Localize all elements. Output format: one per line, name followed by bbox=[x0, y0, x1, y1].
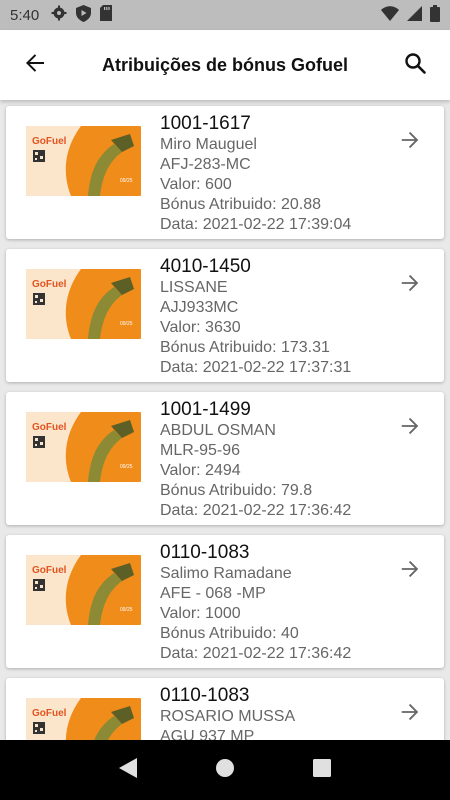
transaction-date: Data: 2021-02-22 17:36:42 bbox=[160, 645, 352, 662]
search-icon bbox=[403, 51, 427, 80]
card-code: 4010-1450 bbox=[160, 256, 251, 277]
vehicle-plate: AFJ-283-MC bbox=[160, 156, 251, 173]
vehicle-plate: AJJ933MC bbox=[160, 299, 239, 316]
transaction-date: Data: 2021-02-22 17:39:04 bbox=[160, 216, 352, 233]
vehicle-plate: AFE - 068 -MP bbox=[160, 585, 266, 602]
bonus-assigned: Bónus Atribuido: 20.88 bbox=[160, 196, 322, 213]
open-detail-button[interactable] bbox=[396, 414, 424, 442]
card-code: 1001-1617 bbox=[160, 113, 251, 134]
app-bar: Atribuições de bónus Gofuel bbox=[0, 30, 450, 100]
status-bar: 5:40 bbox=[0, 0, 450, 30]
page-title: Atribuições de bónus Gofuel bbox=[101, 54, 348, 75]
bonus-assigned: Bónus Atribuido: 79.8 bbox=[160, 482, 313, 499]
home-circle-icon bbox=[215, 758, 235, 783]
open-detail-button[interactable] bbox=[396, 557, 424, 585]
svg-text:GoFuel: GoFuel bbox=[32, 422, 67, 433]
card-info: 4010-1450 LISSANE AJJ933MC Valor: 3630 B… bbox=[160, 256, 351, 378]
sd-card-icon bbox=[100, 5, 113, 25]
arrow-forward-icon bbox=[399, 129, 421, 156]
system-nav-bar bbox=[0, 740, 450, 800]
gofuel-card-image: GoFuel 09/25 bbox=[26, 412, 141, 482]
search-button[interactable] bbox=[380, 30, 450, 100]
bonus-assigned: Bónus Atribuido: 40 bbox=[160, 625, 299, 642]
card-info: 1001-1499 ABDUL OSMAN MLR-95-96 Valor: 2… bbox=[160, 399, 351, 521]
gofuel-card-image: GoFuel 09/25 bbox=[26, 269, 141, 339]
gofuel-card-image: GoFuel 09/25 bbox=[26, 698, 141, 740]
amount-value: Valor: 2494 bbox=[160, 462, 241, 479]
shield-icon bbox=[76, 4, 92, 26]
nav-back-button[interactable] bbox=[113, 755, 143, 785]
client-name: ABDUL OSMAN bbox=[160, 422, 276, 439]
amount-value: Valor: 600 bbox=[160, 176, 232, 193]
amount-value: Valor: 1000 bbox=[160, 605, 241, 622]
bonus-card[interactable]: GoFuel 09/25 0110-1083 Salimo Ramadane A… bbox=[6, 535, 444, 668]
bonus-card[interactable]: GoFuel 09/25 0110-1083 ROSARIO MUSSA AGU… bbox=[6, 678, 444, 740]
card-info: 0110-1083 ROSARIO MUSSA AGU 937 MP bbox=[160, 685, 295, 740]
arrow-forward-icon bbox=[399, 701, 421, 728]
card-code: 0110-1083 bbox=[160, 542, 250, 563]
svg-text:09/25: 09/25 bbox=[120, 178, 133, 184]
bonus-card[interactable]: GoFuel 09/25 4010-1450 LISSANE AJJ933MC … bbox=[6, 249, 444, 382]
svg-text:09/25: 09/25 bbox=[120, 607, 133, 613]
back-triangle-icon bbox=[119, 757, 138, 783]
open-detail-button[interactable] bbox=[396, 128, 424, 156]
open-detail-button[interactable] bbox=[396, 271, 424, 299]
bonus-list[interactable]: GoFuel 09/25 1001-1617 Miro Mauguel AFJ-… bbox=[0, 100, 450, 740]
amount-value: Valor: 3630 bbox=[160, 319, 241, 336]
back-button[interactable] bbox=[0, 30, 70, 100]
svg-text:GoFuel: GoFuel bbox=[32, 136, 67, 147]
client-name: ROSARIO MUSSA bbox=[160, 708, 296, 725]
arrow-forward-icon bbox=[399, 415, 421, 442]
svg-text:GoFuel: GoFuel bbox=[32, 565, 67, 576]
nav-home-button[interactable] bbox=[210, 755, 240, 785]
nav-recents-button[interactable] bbox=[307, 755, 337, 785]
battery-icon bbox=[430, 4, 440, 26]
card-info: 0110-1083 Salimo Ramadane AFE - 068 -MP … bbox=[160, 542, 351, 664]
arrow-forward-icon bbox=[399, 272, 421, 299]
card-code: 1001-1499 bbox=[160, 399, 251, 420]
client-name: Miro Mauguel bbox=[160, 136, 257, 153]
signal-icon bbox=[407, 5, 422, 25]
vehicle-plate: AGU 937 MP bbox=[160, 728, 255, 740]
arrow-forward-icon bbox=[399, 558, 421, 585]
svg-text:09/25: 09/25 bbox=[120, 464, 133, 470]
wifi-icon bbox=[381, 5, 399, 25]
svg-text:09/25: 09/25 bbox=[120, 321, 133, 327]
recents-square-icon bbox=[312, 758, 331, 782]
arrow-back-icon bbox=[23, 51, 47, 80]
bonus-card[interactable]: GoFuel 09/25 1001-1499 ABDUL OSMAN MLR-9… bbox=[6, 392, 444, 525]
vehicle-plate: MLR-95-96 bbox=[160, 442, 241, 459]
gofuel-card-image: GoFuel 09/25 bbox=[26, 126, 141, 196]
svg-text:GoFuel: GoFuel bbox=[32, 708, 67, 719]
status-time: 5:40 bbox=[10, 6, 40, 24]
bonus-card[interactable]: GoFuel 09/25 1001-1617 Miro Mauguel AFJ-… bbox=[6, 106, 444, 239]
client-name: Salimo Ramadane bbox=[160, 565, 292, 582]
bonus-assigned: Bónus Atribuido: 173.31 bbox=[160, 339, 330, 356]
transaction-date: Data: 2021-02-22 17:37:31 bbox=[160, 359, 352, 376]
gear-icon bbox=[51, 5, 67, 25]
card-info: 1001-1617 Miro Mauguel AFJ-283-MC Valor:… bbox=[160, 113, 351, 235]
open-detail-button[interactable] bbox=[396, 700, 424, 728]
gofuel-card-image: GoFuel 09/25 bbox=[26, 555, 141, 625]
transaction-date: Data: 2021-02-22 17:36:42 bbox=[160, 502, 352, 519]
svg-text:GoFuel: GoFuel bbox=[32, 279, 67, 290]
card-code: 0110-1083 bbox=[160, 685, 250, 706]
client-name: LISSANE bbox=[160, 279, 228, 296]
